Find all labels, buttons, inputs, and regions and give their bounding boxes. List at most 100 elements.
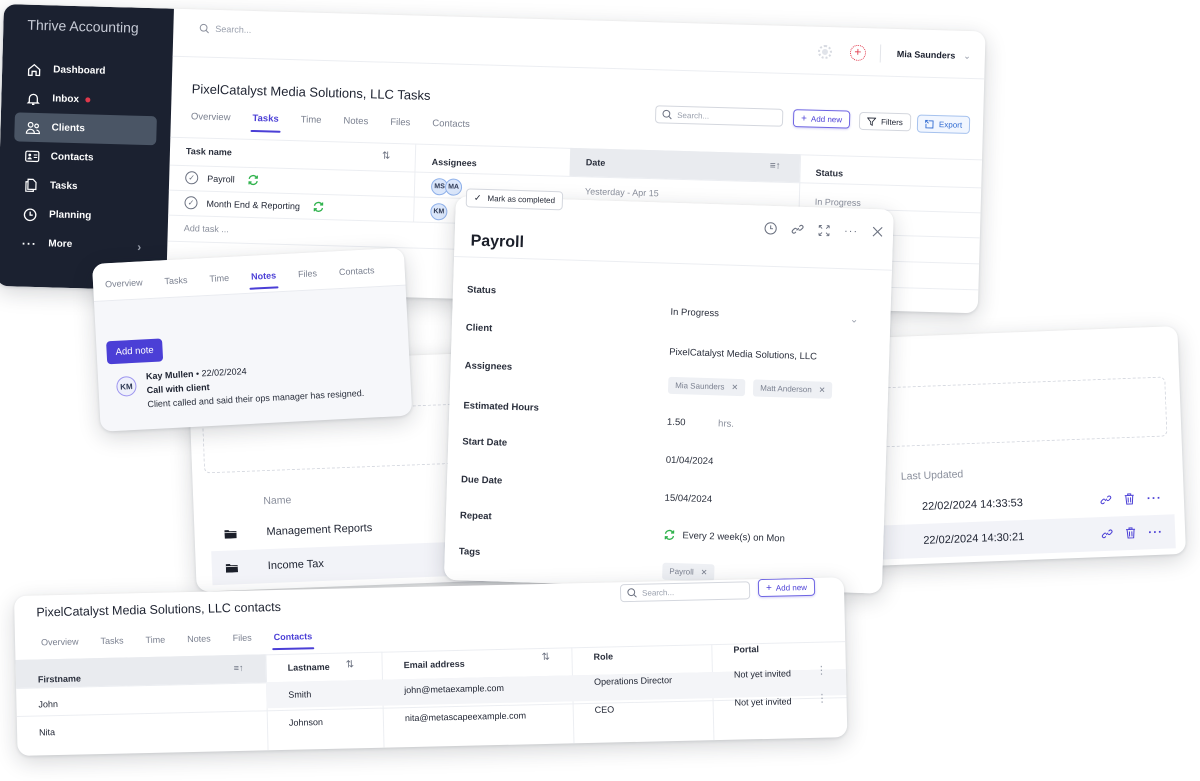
tab-notes[interactable]: Notes xyxy=(251,270,277,289)
avatar[interactable]: MA xyxy=(444,178,463,196)
sidebar-item-more[interactable]: ··· More › xyxy=(11,228,154,261)
tab-files[interactable]: Files xyxy=(233,633,252,651)
remove-icon[interactable]: ✕ xyxy=(819,385,826,394)
sort-ascending-icon[interactable]: ≡↑ xyxy=(234,663,244,673)
more-icon[interactable]: ··· xyxy=(1147,491,1163,506)
check-circle-icon[interactable]: ✓ xyxy=(184,196,198,210)
file-name[interactable]: Management Reports xyxy=(266,522,372,538)
tab-notes[interactable]: Notes xyxy=(343,116,368,136)
contacts-search-input[interactable]: Search... xyxy=(619,581,751,603)
start-date-input[interactable]: 01/04/2024 xyxy=(666,455,714,467)
mark-as-completed-button[interactable]: ✓ Mark as completed xyxy=(465,188,564,211)
sidebar-item-inbox[interactable]: Inbox xyxy=(15,83,158,116)
remove-icon[interactable]: ✕ xyxy=(731,383,738,392)
sort-icon[interactable]: ⇅ xyxy=(541,652,550,663)
expand-icon[interactable] xyxy=(818,224,830,236)
export-button[interactable]: Export xyxy=(916,114,971,135)
add-note-button[interactable]: Add note xyxy=(106,338,164,365)
column-header-lastname[interactable]: Lastname xyxy=(265,653,330,682)
contact-lastname[interactable]: Johnson xyxy=(267,709,324,736)
tab-contacts[interactable]: Contacts xyxy=(432,118,470,138)
file-name[interactable]: Income Tax xyxy=(268,558,324,572)
contact-email[interactable]: nita@metascapeexample.com xyxy=(383,702,527,731)
link-icon[interactable] xyxy=(791,223,804,236)
check-circle-icon[interactable]: ✓ xyxy=(185,171,199,185)
more-icon[interactable]: ··· xyxy=(1148,525,1164,540)
close-icon[interactable] xyxy=(872,226,883,237)
column-header-portal[interactable]: Portal xyxy=(711,635,759,664)
column-header-date[interactable]: Date xyxy=(569,148,606,177)
more-icon[interactable]: ··· xyxy=(844,225,858,237)
task-row[interactable]: ✓ Payroll xyxy=(169,165,259,192)
add-new-task-button[interactable]: + Add new xyxy=(792,109,851,129)
documents-icon xyxy=(23,177,39,193)
tab-time[interactable]: Time xyxy=(209,273,230,292)
tasks-search-input[interactable]: Search... xyxy=(654,105,784,127)
contact-email[interactable]: john@metaexample.com xyxy=(382,675,504,704)
tab-time[interactable]: Time xyxy=(300,114,322,134)
sort-icon[interactable]: ⇅ xyxy=(346,659,355,670)
chevron-right-icon[interactable]: › xyxy=(137,239,141,253)
task-name[interactable]: Payroll xyxy=(207,173,235,184)
global-search-input[interactable]: Search... xyxy=(199,23,252,35)
files-column-last-updated[interactable]: Last Updated xyxy=(901,468,964,482)
trash-icon[interactable] xyxy=(1124,493,1135,505)
add-new-contact-button[interactable]: + Add new xyxy=(757,577,816,598)
contact-firstname[interactable]: Nita xyxy=(17,719,56,746)
link-icon[interactable] xyxy=(1102,562,1114,574)
sidebar-nav: Dashboard Inbox Clients Contacts Tasks P… xyxy=(11,54,159,261)
contact-lastname[interactable]: Smith xyxy=(266,681,312,708)
client-value[interactable]: PixelCatalyst Media Solutions, LLC xyxy=(669,347,817,363)
kebab-menu-icon[interactable]: ⋮ xyxy=(816,692,827,705)
sort-icon[interactable]: ⇅ xyxy=(382,151,391,162)
sidebar-item-contacts[interactable]: Contacts xyxy=(13,141,156,174)
user-menu[interactable]: Mia Saunders xyxy=(897,49,956,61)
kebab-menu-icon[interactable]: ⋮ xyxy=(816,664,827,677)
status-select[interactable]: In Progress xyxy=(670,307,719,320)
tab-overview[interactable]: Overview xyxy=(105,277,143,297)
trash-icon[interactable] xyxy=(1125,527,1136,539)
column-header-role[interactable]: Role xyxy=(571,642,613,671)
estimated-hours-input[interactable]: 1.50 hrs. xyxy=(667,417,734,430)
sidebar-item-dashboard[interactable]: Dashboard xyxy=(16,54,159,87)
assignees-field[interactable]: Mia Saunders ✕ Matt Anderson ✕ xyxy=(667,376,841,399)
more-icon[interactable]: ··· xyxy=(1149,559,1165,574)
tab-files[interactable]: Files xyxy=(298,268,318,287)
clock-icon[interactable] xyxy=(764,222,777,235)
remove-icon[interactable]: ✕ xyxy=(701,568,708,577)
chevron-down-icon[interactable]: ⌄ xyxy=(850,314,859,325)
tab-contacts[interactable]: Contacts xyxy=(339,265,375,285)
contact-role[interactable]: Operations Director xyxy=(572,667,673,695)
contact-role[interactable]: CEO xyxy=(572,696,615,723)
tab-time[interactable]: Time xyxy=(145,635,165,653)
tab-tasks[interactable]: Tasks xyxy=(164,275,188,294)
quick-add-icon[interactable]: + xyxy=(849,44,867,62)
sidebar-item-planning[interactable]: Planning xyxy=(12,199,155,232)
sidebar-item-tasks[interactable]: Tasks xyxy=(13,170,156,203)
repeat-select[interactable]: Every 2 week(s) on Mon xyxy=(663,529,785,545)
due-date-input[interactable]: 15/04/2024 xyxy=(664,493,712,505)
tab-tasks[interactable]: Tasks xyxy=(100,636,123,655)
tab-tasks[interactable]: Tasks xyxy=(252,113,279,133)
field-label-tags: Tags xyxy=(458,546,481,558)
link-icon[interactable] xyxy=(1101,528,1113,540)
tab-overview[interactable]: Overview xyxy=(41,637,79,656)
tags-field[interactable]: Payroll ✕ xyxy=(662,562,723,582)
task-title[interactable]: Payroll xyxy=(470,232,524,252)
add-task-input[interactable]: Add task ... xyxy=(167,215,229,243)
tab-files[interactable]: Files xyxy=(390,117,410,137)
tab-overview[interactable]: Overview xyxy=(191,111,231,131)
sort-ascending-icon[interactable]: ≡↑ xyxy=(770,160,781,171)
chevron-down-icon[interactable]: ⌄ xyxy=(963,50,971,61)
avatar[interactable]: KM xyxy=(430,202,448,221)
files-column-name[interactable]: Name xyxy=(263,494,291,507)
sidebar-item-clients[interactable]: Clients xyxy=(14,112,157,146)
task-name[interactable]: Month End & Reporting xyxy=(206,198,300,211)
column-header-firstname[interactable]: Firstname xyxy=(16,665,82,694)
filters-button[interactable]: Filters xyxy=(858,111,912,132)
trash-icon[interactable] xyxy=(1126,561,1137,573)
tab-notes[interactable]: Notes xyxy=(187,634,211,653)
contact-firstname[interactable]: John xyxy=(16,691,58,718)
tab-contacts[interactable]: Contacts xyxy=(274,631,313,650)
link-icon[interactable] xyxy=(1100,494,1112,506)
